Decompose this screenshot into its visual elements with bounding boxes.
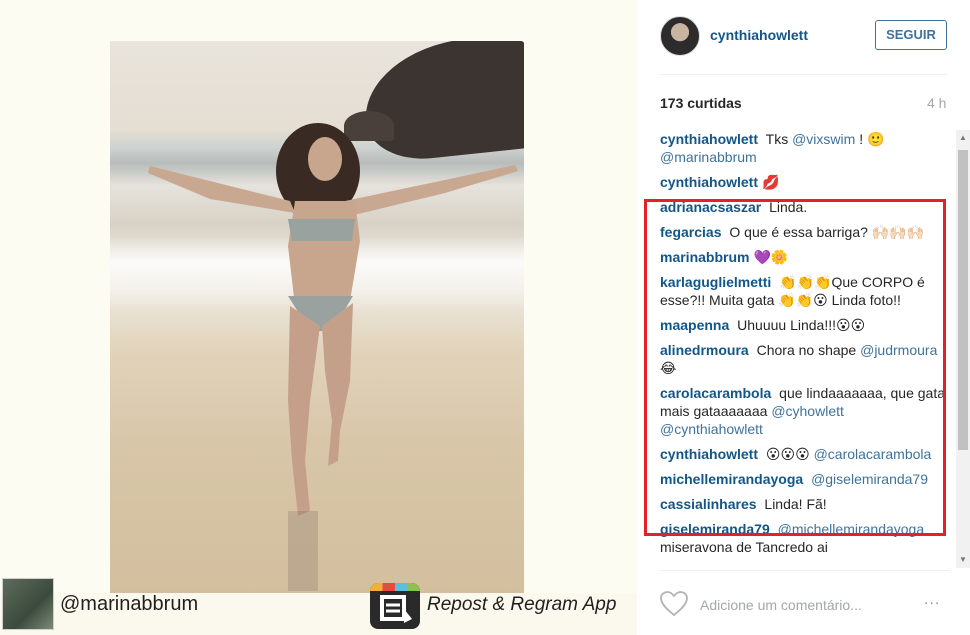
comment-username[interactable]: cynthiahowlett bbox=[660, 131, 758, 147]
post-image-panel: @marinabbrum Repost & Regram App bbox=[0, 0, 637, 635]
repost-app-name: Repost & Regram App bbox=[427, 594, 617, 615]
more-icon[interactable]: ... bbox=[924, 591, 940, 609]
comment-item: cynthiahowlett Tks @vixswim ! 🙂 @marinab… bbox=[660, 130, 950, 166]
author-username[interactable]: cynthiahowlett bbox=[710, 27, 808, 43]
follow-button[interactable]: SEGUIR bbox=[875, 20, 947, 50]
scroll-thumb[interactable] bbox=[958, 150, 968, 450]
repost-app-icon bbox=[370, 583, 420, 629]
add-comment-input[interactable] bbox=[698, 594, 902, 616]
header-divider bbox=[660, 74, 947, 75]
footer-divider bbox=[660, 570, 950, 571]
heart-icon[interactable] bbox=[660, 591, 688, 617]
reposter-username: @marinabbrum bbox=[60, 593, 199, 615]
highlight-box bbox=[644, 199, 946, 536]
app-icon-stripes bbox=[370, 583, 420, 591]
comment-text: Tks bbox=[762, 131, 793, 147]
comment-text: 💋 bbox=[762, 174, 780, 190]
comment-mention[interactable]: @vixswim bbox=[792, 131, 855, 147]
comment-item: cynthiahowlett 💋 bbox=[660, 173, 950, 191]
comment-mention-2[interactable]: @marinabbrum bbox=[660, 149, 757, 165]
post-time[interactable]: 4 h bbox=[927, 95, 946, 111]
author-avatar[interactable] bbox=[660, 16, 700, 56]
reposter-avatar bbox=[2, 578, 54, 630]
comment-text-tail: miseravona de Tancredo ai bbox=[660, 539, 828, 555]
likes-count[interactable]: 173 curtidas bbox=[660, 95, 742, 111]
comment-username[interactable]: cynthiahowlett bbox=[660, 174, 758, 190]
scroll-down-icon[interactable]: ▼ bbox=[956, 552, 970, 568]
comments-scrollbar[interactable]: ▲ ▼ bbox=[956, 130, 970, 568]
comment-text-tail: ! 🙂 bbox=[855, 131, 885, 147]
woman-figure bbox=[148, 123, 518, 591]
post-header: cynthiahowlett SEGUIR bbox=[660, 16, 950, 56]
post-photo[interactable] bbox=[110, 41, 524, 597]
comment-footer: ... bbox=[660, 585, 950, 621]
scroll-up-icon[interactable]: ▲ bbox=[956, 130, 970, 146]
